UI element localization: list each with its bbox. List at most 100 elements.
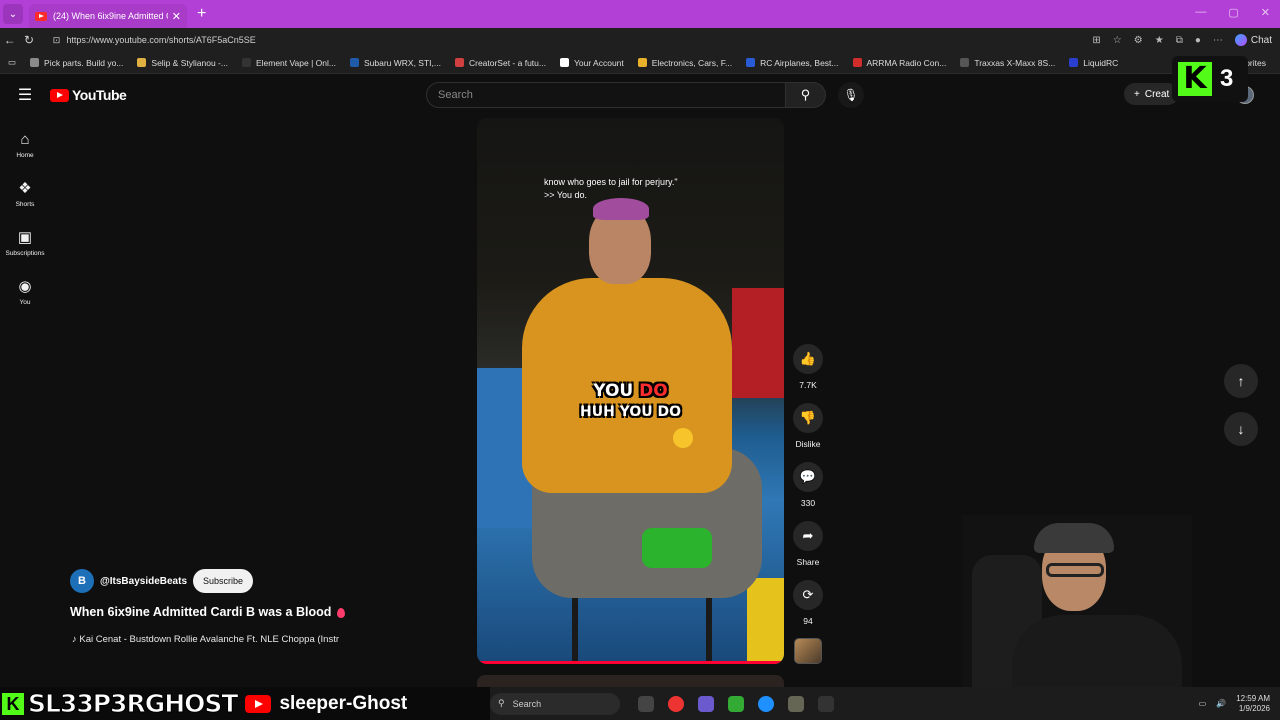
subscribe-button[interactable]: Subscribe bbox=[193, 569, 254, 593]
bookmark-item[interactable]: RC Airplanes, Best... bbox=[746, 58, 839, 68]
create-button[interactable]: + Creat bbox=[1124, 83, 1180, 105]
remix-button[interactable]: ⟳ 94 bbox=[790, 580, 826, 639]
short-title[interactable]: When 6ix9ine Admitted Cardi B was a Bloo… bbox=[70, 605, 346, 619]
split-screen-icon[interactable]: ⊞ bbox=[1092, 35, 1100, 46]
tab-actions-menu[interactable]: ⌄ bbox=[3, 4, 23, 24]
big-caption-1a: YOU bbox=[593, 381, 640, 401]
search-placeholder: Search bbox=[438, 89, 473, 101]
guide-menu-icon[interactable]: ☰ bbox=[0, 85, 50, 105]
other-favorites-button[interactable]: orites bbox=[1245, 58, 1266, 68]
copilot-app-icon[interactable] bbox=[698, 695, 714, 712]
next-short-preview[interactable] bbox=[477, 675, 784, 687]
dislike-button[interactable]: 👎 Dislike bbox=[790, 403, 826, 462]
comments-button[interactable]: 💬 330 bbox=[790, 462, 826, 521]
search-button[interactable]: ⚲ bbox=[786, 82, 826, 108]
edge-icon[interactable] bbox=[758, 695, 774, 712]
bookmark-favicon-icon bbox=[137, 58, 147, 67]
bookmark-item[interactable]: LiquidRC bbox=[1069, 58, 1118, 68]
bookmark-label: CreatorSet - a futu... bbox=[468, 57, 546, 68]
bookmark-item[interactable]: ARRMA Radio Con... bbox=[852, 58, 946, 68]
media-app-icon[interactable] bbox=[728, 695, 744, 712]
short-title-text: When 6ix9ine Admitted Cardi B was a Bloo… bbox=[70, 605, 332, 619]
minimize-icon[interactable]: — bbox=[1195, 6, 1206, 19]
comment-icon: 💬 bbox=[793, 462, 823, 492]
bookmark-item[interactable]: Pick parts. Build yo... bbox=[30, 58, 123, 68]
voice-search-button[interactable]: 🎙 bbox=[838, 82, 864, 108]
tab-close-icon[interactable]: ✕ bbox=[172, 10, 181, 23]
bookmarks-bar: ▭ Pick parts. Build yo... Selip & Stylian… bbox=[0, 52, 1280, 74]
guide-item-shorts[interactable]: ❖ Shorts bbox=[0, 169, 50, 218]
guide-item-label: Subscriptions bbox=[5, 250, 45, 257]
channel-avatar[interactable]: B bbox=[70, 569, 94, 593]
maximize-icon[interactable]: ▢ bbox=[1228, 6, 1238, 19]
new-tab-button[interactable]: + bbox=[197, 5, 206, 23]
music-credit[interactable]: ♪ Kai Cenat - Bustdown Rollie Avalanche … bbox=[72, 634, 339, 645]
bookmark-item[interactable]: Selip & Stylianou -... bbox=[137, 58, 228, 68]
blood-drop-icon bbox=[337, 607, 346, 618]
taskbar-pinned-apps bbox=[638, 695, 834, 712]
bookmark-item[interactable]: Subaru WRX, STI,... bbox=[349, 57, 441, 68]
refresh-button[interactable]: ↻ bbox=[19, 33, 38, 47]
youtube-header: ☰ YouTube Search ⚲ 🎙 + Creat bbox=[0, 74, 1280, 116]
bookmark-favicon-icon bbox=[637, 58, 647, 67]
youtube-logo[interactable]: YouTube bbox=[50, 87, 127, 103]
plus-icon: + bbox=[1134, 88, 1140, 100]
app-icon[interactable] bbox=[788, 695, 804, 712]
next-short-button[interactable]: ↓ bbox=[1224, 412, 1258, 446]
guide-item-home[interactable]: ⌂ Home bbox=[0, 120, 50, 169]
big-caption-1b: DO bbox=[639, 381, 668, 401]
previous-short-button[interactable]: ↑ bbox=[1224, 364, 1258, 398]
url-text: https://www.youtube.com/shorts/AT6F5aCn5… bbox=[66, 35, 256, 45]
guide-item-subscriptions[interactable]: ▣ Subscriptions bbox=[0, 218, 50, 267]
bookmark-favicon-icon bbox=[454, 58, 464, 67]
kick-stream-name: SL33P3RGHOST bbox=[27, 689, 238, 719]
site-info-icon[interactable]: ⊡ bbox=[53, 35, 61, 46]
remix-count: 94 bbox=[803, 616, 813, 626]
bookmark-item[interactable]: Electronics, Cars, F... bbox=[637, 58, 732, 68]
channel-name[interactable]: @ItsBaysideBeats bbox=[100, 576, 187, 587]
search-input[interactable]: Search bbox=[426, 82, 786, 108]
taskbar-search[interactable]: ⚲ Search bbox=[490, 692, 620, 715]
volume-icon[interactable]: 🔊 bbox=[1216, 699, 1226, 708]
video-figure-sock bbox=[642, 528, 712, 568]
network-icon[interactable]: ▭ bbox=[1199, 699, 1207, 708]
bookmark-item[interactable]: Traxxas X-Maxx 8S... bbox=[960, 58, 1055, 68]
copilot-chat-button[interactable]: Chat bbox=[1234, 34, 1272, 46]
browser-tab-active[interactable]: (24) When 6ix9ine Admitted C ✕ bbox=[29, 4, 187, 28]
close-window-icon[interactable]: ✕ bbox=[1261, 6, 1270, 19]
clock-time: 12:59 AM bbox=[1236, 693, 1270, 703]
browser-titlebar: ⌄ (24) When 6ix9ine Admitted C ✕ + — ▢ ✕ bbox=[0, 0, 1280, 28]
yellow-chair-backdrop bbox=[747, 578, 784, 664]
bookmark-label: Pick parts. Build yo... bbox=[44, 57, 124, 68]
video-progress-bar[interactable] bbox=[477, 661, 784, 664]
obs-icon[interactable] bbox=[818, 695, 834, 712]
favorite-star-icon[interactable]: ☆ bbox=[1113, 35, 1122, 46]
profile-icon[interactable]: ● bbox=[1195, 35, 1201, 46]
collections-icon[interactable]: ⧉ bbox=[1176, 35, 1183, 46]
url-field[interactable]: ⊡ https://www.youtube.com/shorts/AT6F5aC… bbox=[45, 31, 1093, 49]
task-view-icon[interactable] bbox=[638, 695, 654, 712]
guide-item-you[interactable]: ◉ You bbox=[0, 267, 50, 316]
more-icon[interactable]: ⋯ bbox=[1213, 35, 1223, 46]
bookmark-item[interactable]: CreatorSet - a futu... bbox=[454, 57, 546, 68]
guide-item-label: You bbox=[19, 299, 31, 306]
favorites-icon[interactable]: ★ bbox=[1155, 35, 1164, 46]
chat-label: Chat bbox=[1250, 34, 1272, 46]
like-button[interactable]: 👍 7.7K bbox=[790, 344, 826, 403]
channel-row: B @ItsBaysideBeats Subscribe bbox=[70, 569, 254, 593]
bookmark-item[interactable]: Element Vape | Onl... bbox=[241, 58, 336, 68]
video-quote-caption: know who goes to jail for perjury." >> Y… bbox=[544, 176, 678, 201]
back-button[interactable]: ← bbox=[0, 33, 19, 47]
share-button[interactable]: ➦ Share bbox=[790, 521, 826, 580]
like-count: 7.7K bbox=[799, 380, 817, 390]
bookmark-label: Subaru WRX, STI,... bbox=[363, 57, 441, 68]
chrome-icon[interactable] bbox=[668, 695, 684, 712]
sidebar-toggle-icon[interactable]: ▭ bbox=[8, 57, 16, 68]
bookmark-item[interactable]: Your Account bbox=[559, 58, 624, 68]
extensions-icon[interactable]: ⚙ bbox=[1134, 35, 1143, 46]
guide-item-label: Home bbox=[16, 151, 34, 159]
taskbar-clock[interactable]: 12:59 AM 1/9/2026 bbox=[1236, 694, 1270, 714]
short-video-player[interactable]: know who goes to jail for perjury." >> Y… bbox=[477, 118, 784, 664]
sound-thumbnail[interactable] bbox=[794, 638, 822, 664]
guide-item-label: Shorts bbox=[15, 201, 35, 208]
